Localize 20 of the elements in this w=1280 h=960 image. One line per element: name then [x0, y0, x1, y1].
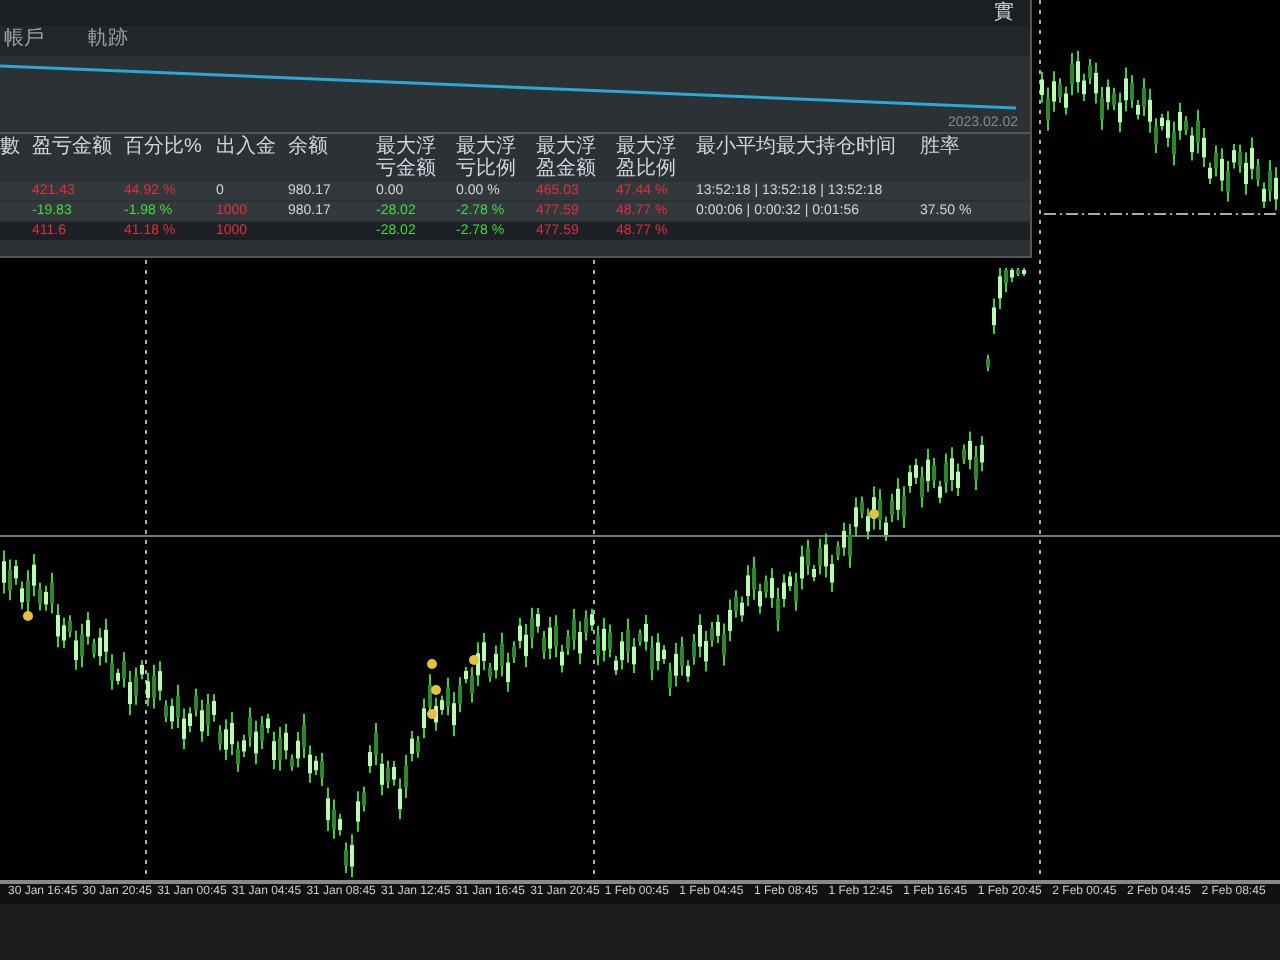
panel-title: 實: [994, 1, 1014, 25]
column-header: 數: [0, 136, 20, 158]
column-header: 最大浮亏金额: [376, 136, 436, 180]
trade-marker-icon: [469, 655, 479, 665]
column-header: 最大浮亏比例: [456, 136, 516, 180]
panel-tab[interactable]: 帳戶: [0, 28, 44, 52]
trade-marker-icon: [431, 685, 441, 695]
column-header: 最小平均最大持仓时间: [696, 136, 896, 158]
column-header: 最大浮盈金额: [536, 136, 596, 180]
trade-marker-icon: [869, 509, 879, 519]
trade-marker-icon: [23, 611, 33, 621]
column-header: 最大浮盈比例: [616, 136, 676, 180]
panel-tab[interactable]: 軌跡: [84, 28, 128, 52]
trade-marker-icon: [427, 709, 437, 719]
column-header: 百分比%: [124, 136, 202, 158]
column-header: 余额: [288, 136, 328, 158]
column-header: 盈亏金额: [32, 136, 112, 158]
column-header: 出入金: [216, 136, 276, 158]
trade-marker-icon: [427, 659, 437, 669]
column-header: 胜率: [920, 136, 960, 158]
